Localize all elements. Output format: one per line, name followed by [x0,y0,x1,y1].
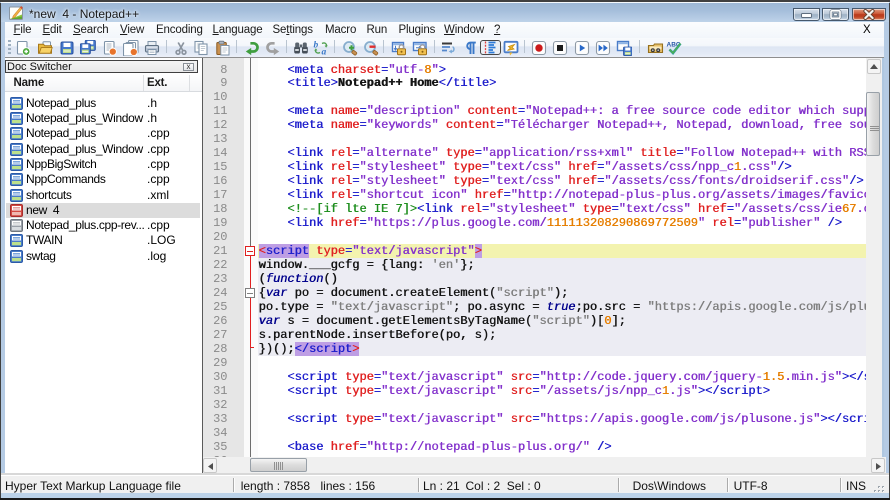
svg-text:a: a [322,48,327,57]
